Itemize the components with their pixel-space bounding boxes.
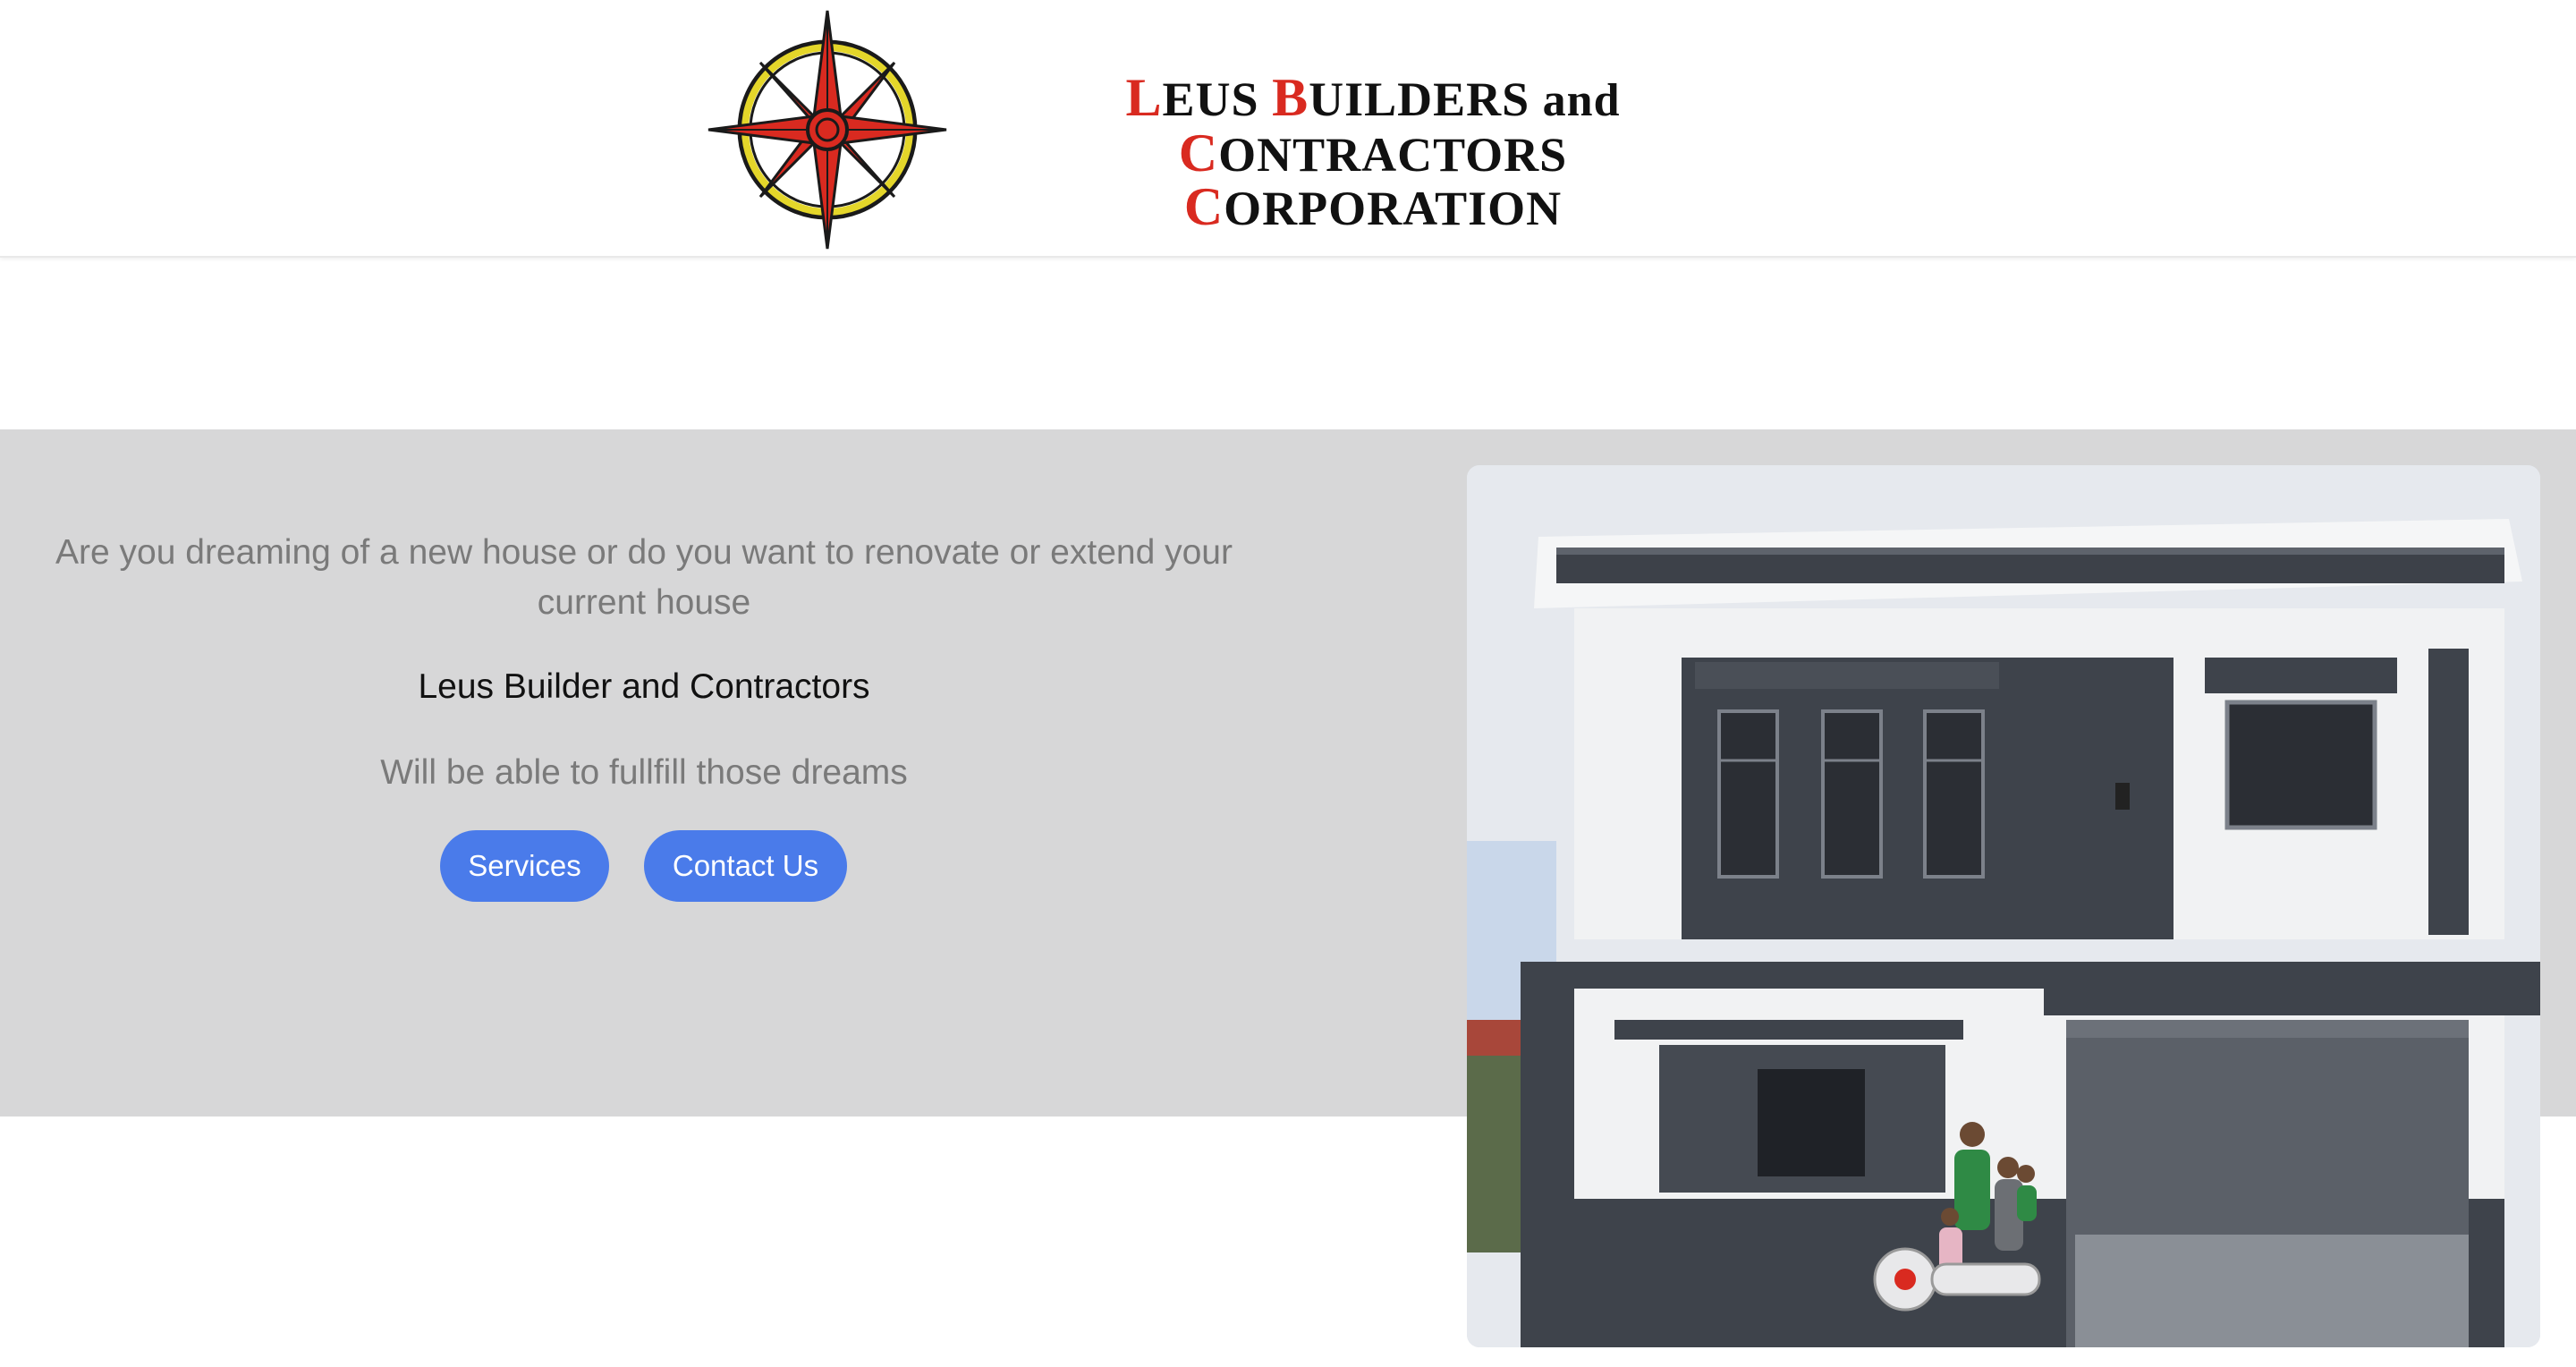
hero-text: Are you dreaming of a new house or do yo… [36, 528, 1252, 798]
company-name-line1: LEUS BUILDERS and CONTRACTORS [950, 71, 1796, 183]
house-photo [1467, 465, 2540, 1347]
name-initial-b: B [1272, 68, 1309, 127]
contact-us-button[interactable]: Contact Us [644, 830, 847, 902]
name-initial-l: L [1125, 68, 1163, 127]
name-part-ontractors: ONTRACTORS [1218, 128, 1568, 182]
name-initial-c2: C [1183, 177, 1224, 236]
name-part-eus: EUS [1162, 72, 1273, 126]
hero-buttons: Services Contact Us [0, 830, 1288, 902]
hero-brand: Leus Builder and Contractors [418, 667, 870, 706]
name-initial-c: C [1178, 123, 1219, 183]
hero-lead: Are you dreaming of a new house or do yo… [55, 533, 1233, 622]
company-logo[interactable]: LEUS BUILDERS and CONTRACTORS CORPORATIO… [707, 9, 1798, 250]
services-button[interactable]: Services [440, 830, 609, 902]
compass-star-icon [708, 10, 947, 250]
site-header: LEUS BUILDERS and CONTRACTORS CORPORATIO… [0, 0, 2576, 258]
company-name-line2: CORPORATION [950, 180, 1796, 235]
hero-subtitle: Will be able to fullfill those dreams [380, 753, 908, 792]
name-part-orporation: ORPORATION [1224, 182, 1563, 235]
house-illustration [1467, 465, 2540, 1347]
name-part-uilders: UILDERS [1309, 72, 1543, 126]
company-name: LEUS BUILDERS and CONTRACTORS CORPORATIO… [950, 71, 1796, 235]
name-part-and: and [1542, 75, 1621, 126]
